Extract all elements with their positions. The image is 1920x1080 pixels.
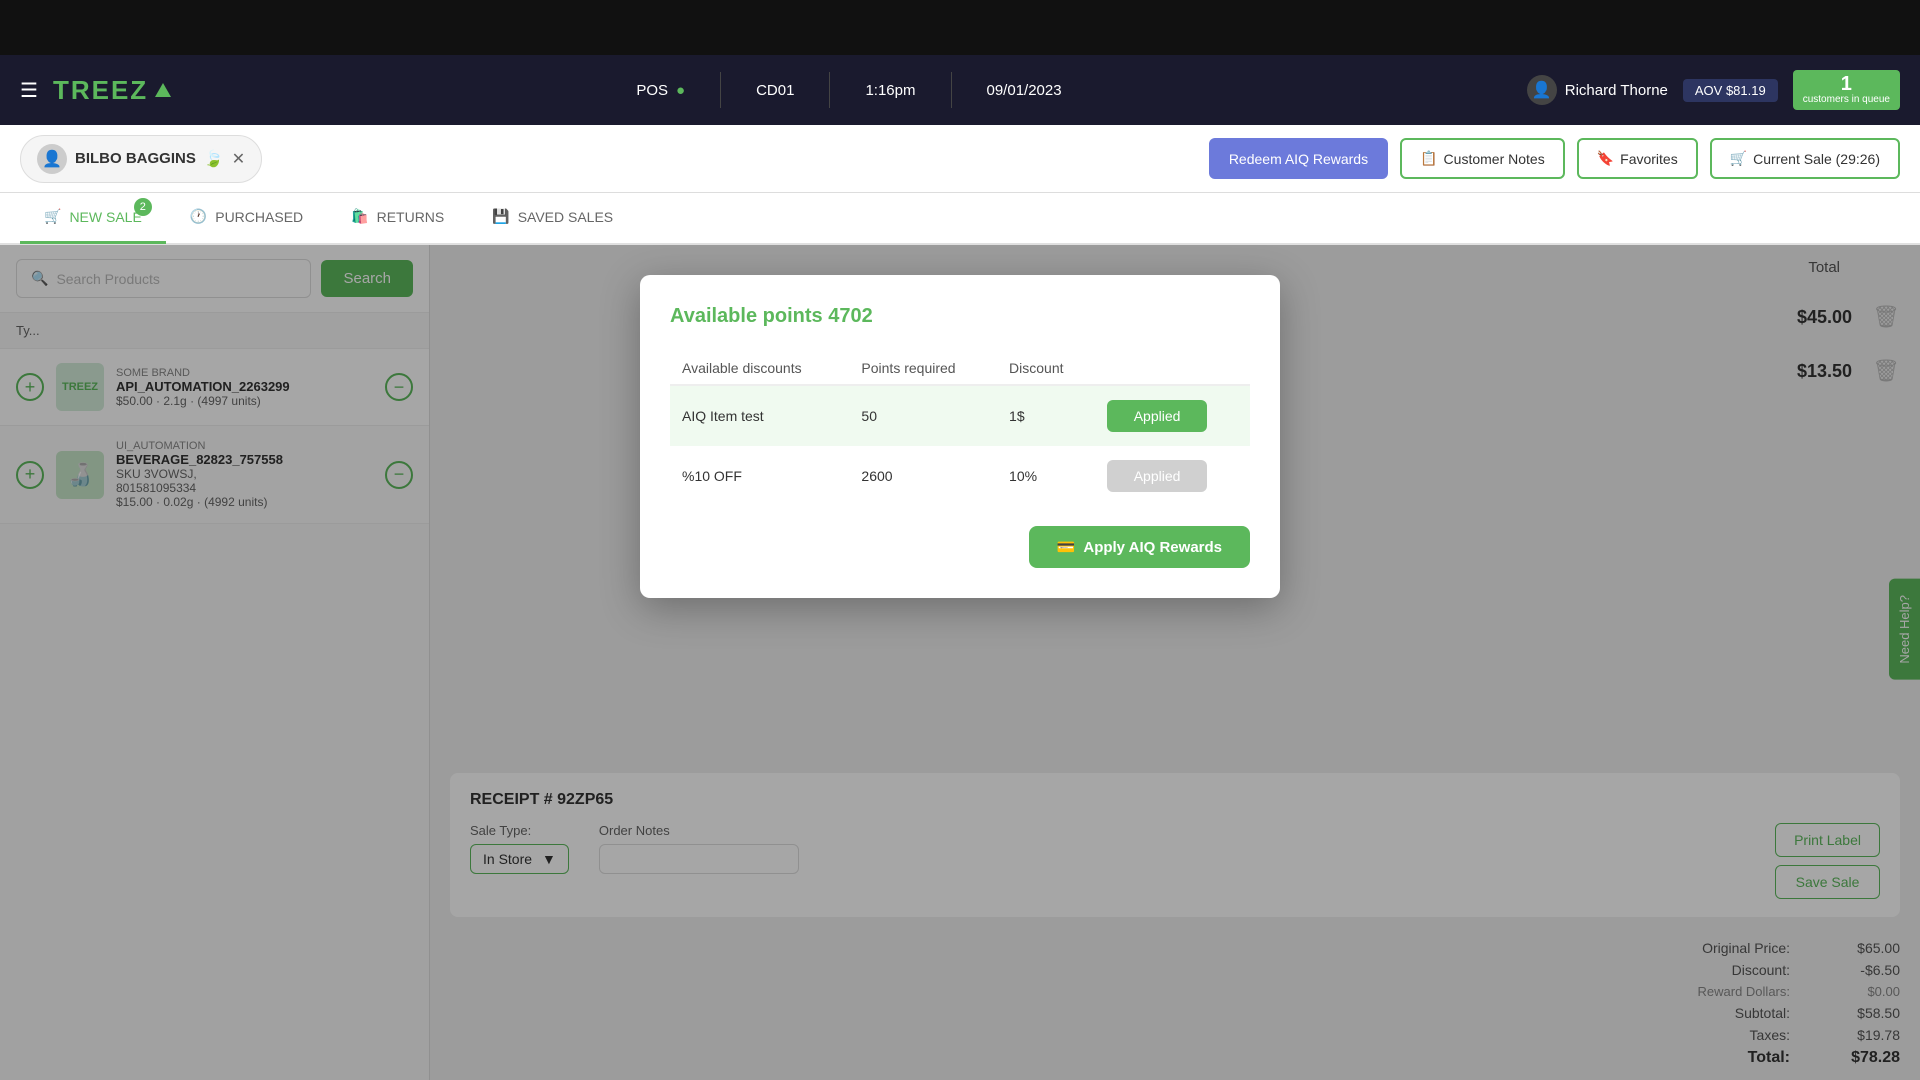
header-right: 👤 Richard Thorne AOV $81.19 1 customers …	[1527, 70, 1900, 110]
aov-badge: AOV $81.19	[1683, 79, 1778, 102]
applied-button-2[interactable]: Applied	[1107, 460, 1207, 492]
queue-label: customers in queue	[1803, 94, 1890, 106]
user-info: 👤 Richard Thorne	[1527, 75, 1668, 105]
customer-pill: 👤 BILBO BAGGINS 🍃 ✕	[20, 135, 262, 183]
station-info: CD01	[756, 82, 794, 99]
notes-icon: 📋	[1420, 150, 1437, 167]
date-info: 09/01/2023	[987, 82, 1062, 99]
table-row: AIQ Item test 50 1$ Applied	[670, 385, 1250, 446]
new-sale-badge: 2	[134, 198, 152, 216]
applied-button-1[interactable]: Applied	[1107, 400, 1207, 432]
bookmark-icon: 🔖	[1597, 150, 1614, 167]
nav-tabs: 🛒 NEW SALE 2 🕐 PURCHASED 🛍️ RETURNS 💾 SA…	[0, 193, 1920, 245]
tab-saved-sales[interactable]: 💾 SAVED SALES	[468, 192, 637, 244]
time-label: 1:16pm	[865, 82, 915, 99]
current-sale-button[interactable]: 🛒 Current Sale (29:26)	[1710, 138, 1900, 179]
divider3	[951, 72, 952, 108]
customer-avatar: 👤	[37, 144, 67, 174]
apply-rewards-button[interactable]: 💳 Apply AIQ Rewards	[1029, 526, 1250, 568]
modal-footer: 💳 Apply AIQ Rewards	[670, 526, 1250, 568]
discount-row-2-discount: 10%	[997, 446, 1095, 506]
top-black-bar	[0, 0, 1920, 55]
tab-returns[interactable]: 🛍️ RETURNS	[327, 192, 468, 244]
modal-title: Available points 4702	[670, 305, 1250, 328]
hamburger-icon[interactable]: ☰	[20, 78, 38, 103]
redeem-rewards-button[interactable]: Redeem AIQ Rewards	[1209, 138, 1388, 179]
avatar-icon: 👤	[42, 149, 62, 169]
close-customer-icon[interactable]: ✕	[232, 149, 245, 169]
favorites-button[interactable]: 🔖 Favorites	[1577, 138, 1698, 179]
station-label: CD01	[756, 82, 794, 99]
app-logo: TREEZ	[53, 75, 171, 106]
customer-notes-button[interactable]: 📋 Customer Notes	[1400, 138, 1565, 179]
queue-count: 1	[1803, 74, 1890, 94]
cart-icon: 🛒	[1730, 150, 1747, 167]
date-label: 09/01/2023	[987, 82, 1062, 99]
tab-new-sale[interactable]: 🛒 NEW SALE 2	[20, 192, 166, 244]
discounts-table: Available discounts Points required Disc…	[670, 352, 1250, 506]
aiq-rewards-modal: Available points 4702 Available discount…	[640, 275, 1280, 598]
discount-row-2-points: 2600	[849, 446, 997, 506]
returns-tab-icon: 🛍️	[351, 208, 368, 225]
header-center: POS ● CD01 1:16pm 09/01/2023	[191, 72, 1507, 108]
table-row: %10 OFF 2600 10% Applied	[670, 446, 1250, 506]
discount-row-1-name: AIQ Item test	[670, 385, 849, 446]
pos-dot-icon: ●	[676, 82, 685, 99]
divider	[720, 72, 721, 108]
app-header: ☰ TREEZ POS ● CD01 1:16pm 09/01/2023 👤 R…	[0, 55, 1920, 125]
discount-row-1-discount: 1$	[997, 385, 1095, 446]
logo-triangle-icon	[155, 83, 171, 97]
discount-row-1-action: Applied	[1095, 385, 1250, 446]
cart-tab-icon: 🛒	[44, 208, 61, 225]
user-avatar-icon: 👤	[1527, 75, 1557, 105]
user-name: Richard Thorne	[1565, 82, 1668, 99]
modal-overlay[interactable]: Available points 4702 Available discount…	[0, 245, 1920, 1080]
divider2	[829, 72, 830, 108]
discount-row-2-action: Applied	[1095, 446, 1250, 506]
logo-text: TREEZ	[53, 75, 148, 106]
discount-row-2-name: %10 OFF	[670, 446, 849, 506]
customer-bar: 👤 BILBO BAGGINS 🍃 ✕ Redeem AIQ Rewards 📋…	[0, 125, 1920, 193]
col-points-header: Points required	[849, 352, 997, 385]
queue-badge: 1 customers in queue	[1793, 70, 1900, 110]
modal-points: 4702	[828, 305, 873, 327]
history-tab-icon: 🕐	[190, 208, 207, 225]
col-discounts-header: Available discounts	[670, 352, 849, 385]
tab-purchased[interactable]: 🕐 PURCHASED	[166, 192, 327, 244]
card-icon: 💳	[1057, 538, 1076, 556]
customer-actions: Redeem AIQ Rewards 📋 Customer Notes 🔖 Fa…	[1209, 138, 1900, 179]
col-discount-header: Discount	[997, 352, 1095, 385]
discount-row-1-points: 50	[849, 385, 997, 446]
saved-tab-icon: 💾	[492, 208, 509, 225]
pos-info: POS ●	[636, 82, 685, 99]
customer-name: BILBO BAGGINS	[75, 150, 196, 167]
main-content: 🔍 Search Products Search Ty... + TREEZ S…	[0, 245, 1920, 1080]
time-info: 1:16pm	[865, 82, 915, 99]
pos-label: POS	[636, 82, 668, 99]
leaf-icon: 🍃	[204, 149, 224, 169]
